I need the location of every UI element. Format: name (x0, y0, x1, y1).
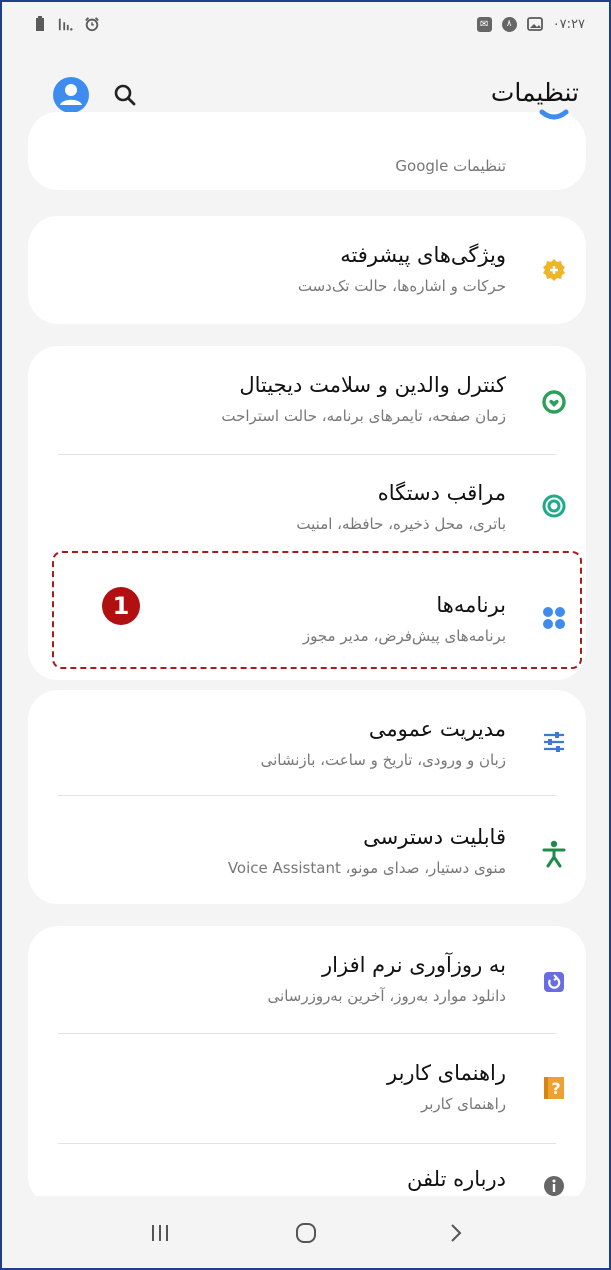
back-icon (451, 1224, 462, 1242)
recents-button[interactable] (140, 1216, 180, 1250)
alarm-icon (84, 16, 100, 32)
mail-icon: ✉ (476, 16, 492, 32)
help-book-icon: ? (538, 1072, 570, 1104)
digital-wellbeing-icon (538, 386, 570, 418)
accessibility-person-icon (538, 838, 570, 870)
gear-plus-icon (538, 254, 570, 286)
card-general-group: مدیریت عمومی زبان و ورودی، تاریخ و ساعت،… (28, 690, 586, 904)
recents-icon (152, 1225, 168, 1241)
settings-item-title: مدیریت عمومی (368, 717, 506, 741)
settings-item-google[interactable]: تنظیمات Google (28, 109, 586, 190)
status-bar: ✉ ۸ ۰۷:۲۷ (2, 2, 609, 46)
google-icon (538, 102, 570, 134)
avatar-icon (53, 77, 89, 113)
settings-item-title: به روزآوری نرم افزار (322, 953, 506, 977)
back-button[interactable] (436, 1216, 476, 1250)
battery-icon (32, 16, 48, 32)
number-badge-icon: ۸ (501, 16, 517, 32)
settings-item-device-care[interactable]: مراقب دستگاه باتری، محل ذخیره، حافظه، ام… (28, 454, 586, 562)
settings-item-title: مراقب دستگاه (377, 481, 506, 505)
settings-item-advanced-features[interactable]: ویژگی‌های پیشرفته حرکات و اشاره‌ها، حالت… (28, 216, 586, 324)
settings-item-subtitle: راهنمای کاربر (420, 1095, 506, 1113)
settings-item-software-update[interactable]: به روزآوری نرم افزار دانلود موارد به‌روز… (28, 926, 586, 1034)
update-icon (538, 966, 570, 998)
settings-item-subtitle: تنظیمات Google (395, 157, 506, 175)
settings-item-accessibility[interactable]: قابلیت دسترسی منوی دستیار، صدای مونو، Vo… (28, 798, 586, 906)
settings-item-subtitle: زمان صفحه، تایمرهای برنامه، حالت استراحت (221, 407, 506, 425)
home-icon (296, 1223, 316, 1243)
settings-item-subtitle: دانلود موارد به‌روز، آخرین به‌روزرسانی (267, 987, 506, 1005)
settings-item-title: قابلیت دسترسی (363, 825, 506, 849)
settings-item-title: کنترل والدین و سلامت دیجیتال (239, 373, 506, 397)
settings-item-title: ویژگی‌های پیشرفته (340, 243, 506, 267)
settings-item-user-manual[interactable]: ? راهنمای کاربر راهنمای کاربر (28, 1034, 586, 1142)
settings-item-subtitle: زبان و ورودی، تاریخ و ساعت، بازنشانی (260, 751, 506, 769)
image-icon (526, 16, 543, 32)
settings-item-subtitle: حرکات و اشاره‌ها، حالت تک‌دست (297, 277, 506, 295)
card-google: تنظیمات Google (28, 109, 586, 190)
settings-item-title: درباره تلفن (407, 1167, 506, 1191)
signal-icon (58, 16, 74, 32)
settings-item-title: راهنمای کاربر (386, 1061, 506, 1085)
clock-time: ۰۷:۲۷ (552, 16, 585, 32)
navigation-bar (2, 1196, 609, 1268)
settings-item-subtitle: منوی دستیار، صدای مونو، Voice Assistant (227, 859, 506, 877)
search-button[interactable] (110, 80, 140, 110)
home-button[interactable] (286, 1216, 326, 1250)
card-about-group: به روزآوری نرم افزار دانلود موارد به‌روز… (28, 926, 586, 1206)
settings-item-general-management[interactable]: مدیریت عمومی زبان و ورودی، تاریخ و ساعت،… (28, 690, 586, 798)
divider (58, 795, 556, 796)
sliders-icon (538, 726, 570, 758)
settings-item-digital-wellbeing[interactable]: کنترل والدین و سلامت دیجیتال زمان صفحه، … (28, 346, 586, 454)
profile-button[interactable] (52, 76, 90, 114)
phone-screen: ✉ ۸ ۰۷:۲۷ تنظیمات (0, 0, 611, 1270)
device-care-icon (538, 490, 570, 522)
card-advanced: ویژگی‌های پیشرفته حرکات و اشاره‌ها، حالت… (28, 216, 586, 324)
search-icon (114, 84, 136, 106)
svg-text:?: ? (551, 1079, 560, 1098)
settings-item-subtitle: باتری، محل ذخیره، حافظه، امنیت (296, 515, 506, 533)
step-marker: 1 (102, 587, 140, 625)
